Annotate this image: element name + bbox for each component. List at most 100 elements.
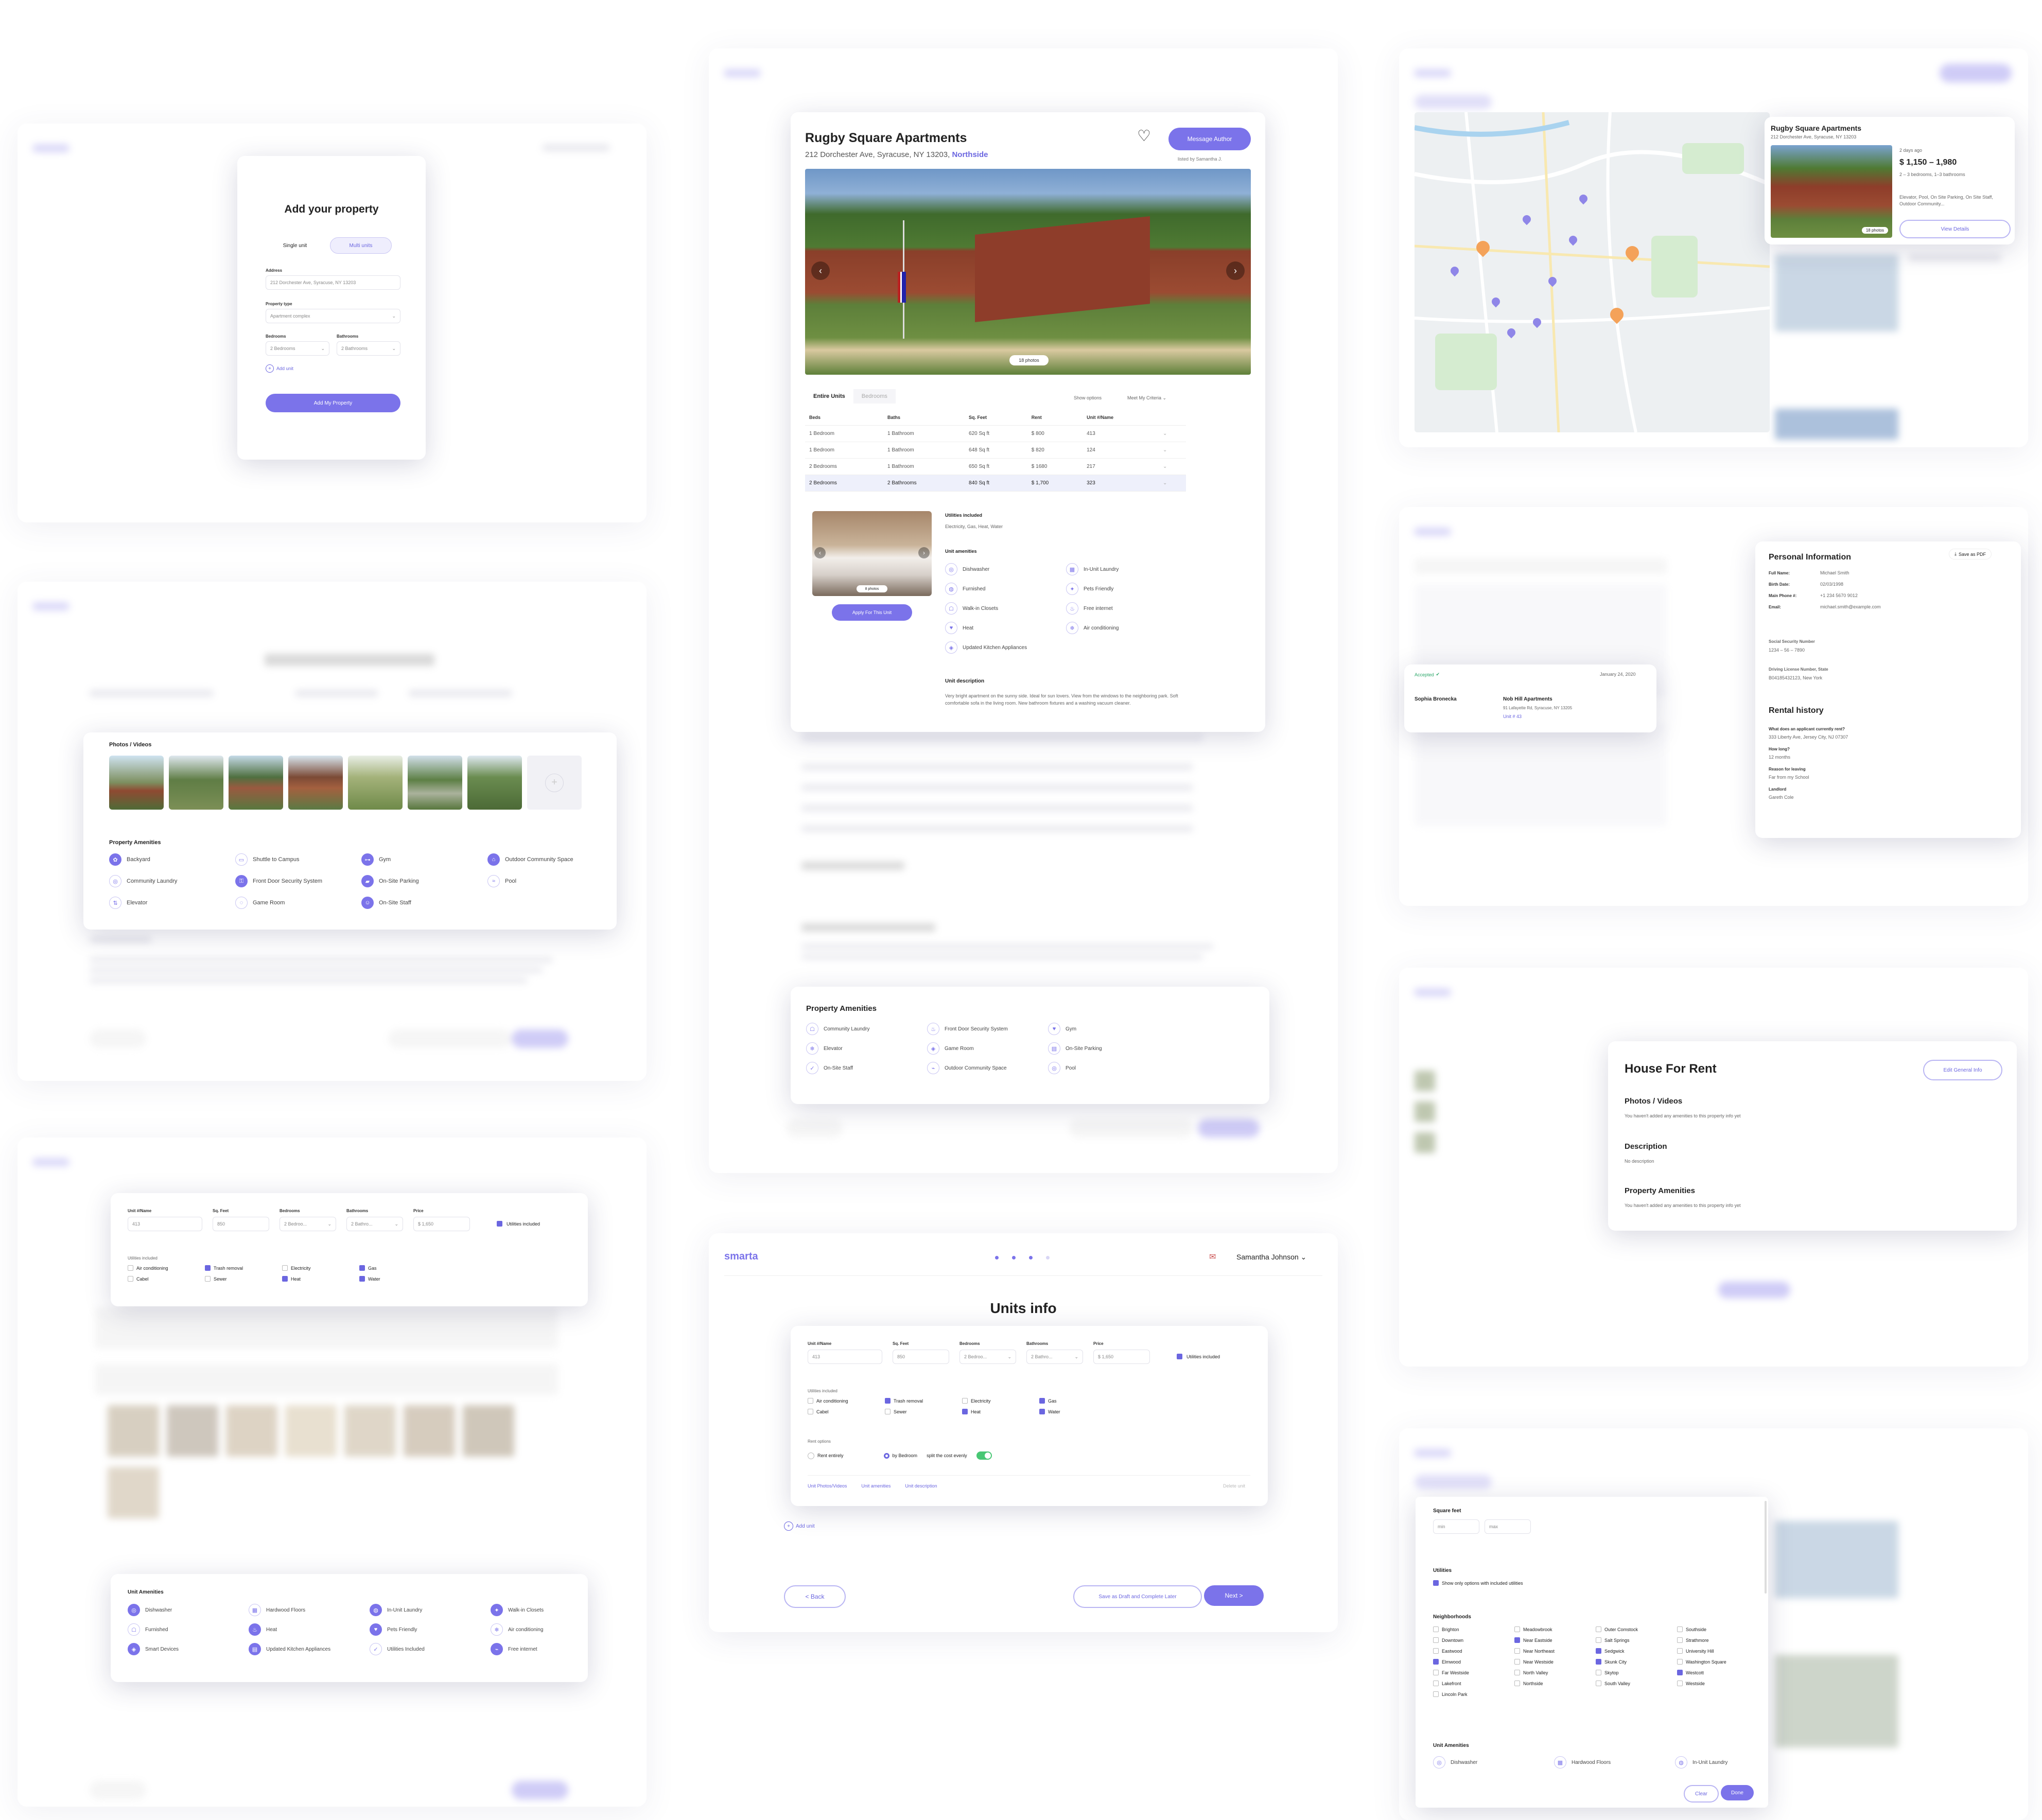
notification-icon[interactable]: ✉: [1209, 1252, 1216, 1262]
sqft-field[interactable]: 850: [213, 1217, 269, 1231]
utility-checkbox[interactable]: Cabel: [128, 1276, 205, 1282]
application-card[interactable]: Accepted ✔ January 24, 2020 Sophia Bronec…: [1404, 664, 1656, 732]
edit-general-info-button[interactable]: Edit General Info: [1923, 1060, 2002, 1080]
chevron-down-icon[interactable]: ⌄: [1158, 458, 1186, 475]
utility-checkbox[interactable]: Water: [1039, 1409, 1116, 1414]
neighborhood-checkbox[interactable]: South Valley: [1596, 1681, 1677, 1686]
neighborhood-checkbox[interactable]: Elmwood: [1433, 1659, 1514, 1665]
split-cost-toggle[interactable]: [976, 1451, 992, 1460]
unit-amenity[interactable]: ⌁ Free internet: [491, 1643, 594, 1655]
brand-logo[interactable]: smarta: [724, 1251, 758, 1263]
back-button[interactable]: < Back: [784, 1585, 846, 1608]
unit-amenity[interactable]: ▤ Updated Kitchen Appliances: [249, 1643, 370, 1655]
unit-amenity[interactable]: ▦ Hardwood Floors: [249, 1604, 370, 1616]
add-my-property-button[interactable]: Add My Property: [266, 394, 400, 412]
table-row[interactable]: 1 Bedroom 1 Bathroom 620 Sq ft $ 800 413 ⌄: [805, 425, 1186, 442]
rent-entirely-radio[interactable]: Rent entirely: [808, 1452, 844, 1459]
chevron-down-icon[interactable]: ⌄: [1158, 475, 1186, 492]
neighborhood-checkbox[interactable]: Westside: [1677, 1681, 1758, 1686]
utility-checkbox[interactable]: Gas: [1039, 1398, 1116, 1404]
neighborhood-checkbox[interactable]: Far Westside: [1433, 1670, 1514, 1675]
next-button[interactable]: Next >: [1204, 1585, 1264, 1606]
price-field[interactable]: $ 1,650: [413, 1217, 470, 1231]
property-photo[interactable]: [288, 756, 343, 810]
amenity-community-laundry[interactable]: ◎ Community Laundry: [109, 875, 177, 887]
bedrooms-select[interactable]: 2 Bedroo... ⌄: [959, 1350, 1016, 1364]
neighborhood-checkbox[interactable]: Near Westside: [1514, 1659, 1596, 1665]
bathrooms-select[interactable]: 2 Bathro... ⌄: [1026, 1350, 1083, 1364]
tab-single-unit[interactable]: Single unit: [264, 237, 326, 254]
property-photo[interactable]: [109, 756, 164, 810]
utility-checkbox[interactable]: Electricity: [282, 1265, 359, 1271]
add-photo-placeholder[interactable]: +: [527, 756, 582, 810]
neighborhood-checkbox[interactable]: Near Northeast: [1514, 1648, 1596, 1654]
delete-unit-link[interactable]: Delete unit: [1223, 1483, 1245, 1489]
neighborhood-checkbox[interactable]: University Hill: [1677, 1648, 1758, 1654]
neighborhood-checkbox[interactable]: Near Eastside: [1514, 1637, 1596, 1643]
sqft-max-field[interactable]: max: [1485, 1519, 1531, 1534]
utility-checkbox[interactable]: Heat: [282, 1276, 359, 1282]
done-button[interactable]: Done: [1721, 1785, 1754, 1800]
unit-photo[interactable]: ‹ › 8 photos: [812, 511, 932, 596]
add-unit-link[interactable]: + Add unit: [784, 1521, 815, 1531]
amenity-game-room[interactable]: ◌ Game Room: [235, 897, 285, 909]
map-view[interactable]: [1415, 112, 1770, 432]
unit-amenity[interactable]: ☖ Furnished: [128, 1623, 249, 1636]
utility-checkbox[interactable]: Air conditioning: [808, 1398, 885, 1404]
utility-checkbox[interactable]: Electricity: [962, 1398, 1039, 1404]
neighborhood-checkbox[interactable]: Meadowbrook: [1514, 1626, 1596, 1632]
map-card-photo[interactable]: 18 photos: [1771, 145, 1892, 238]
neighborhood-checkbox[interactable]: Westcott: [1677, 1670, 1758, 1675]
neighborhood-checkbox[interactable]: Southside: [1677, 1626, 1758, 1632]
tab-multi-units[interactable]: Multi units: [330, 237, 392, 254]
utility-checkbox[interactable]: Trash removal: [885, 1398, 962, 1404]
neighborhood-checkbox[interactable]: Brighton: [1433, 1626, 1514, 1632]
table-row[interactable]: 1 Bedroom 1 Bathroom 648 Sq ft $ 820 124 ⌄: [805, 442, 1186, 459]
amenity-parking[interactable]: ▰ On-Site Parking: [361, 875, 419, 887]
meet-criteria-dropdown[interactable]: Meet My Criteria ⌄: [1127, 395, 1166, 401]
scrollbar[interactable]: [1765, 1501, 1767, 1594]
utility-checkbox[interactable]: Heat: [962, 1409, 1039, 1414]
bathrooms-select[interactable]: 2 Bathro... ⌄: [346, 1217, 403, 1231]
sqft-field[interactable]: 850: [893, 1350, 949, 1364]
neighborhood-checkbox[interactable]: Salt Springs: [1596, 1637, 1677, 1643]
property-photo[interactable]: [169, 756, 223, 810]
neighborhood-checkbox[interactable]: Eastwood: [1433, 1648, 1514, 1654]
neighborhood-checkbox[interactable]: Skunk City: [1596, 1659, 1677, 1665]
utility-checkbox[interactable]: Cabel: [808, 1409, 885, 1414]
bedrooms-select[interactable]: 2 Bedroo... ⌄: [280, 1217, 336, 1231]
amenity-elevator[interactable]: ⇅ Elevator: [109, 897, 147, 909]
property-type-select[interactable]: Apartment complex ⌄: [266, 309, 400, 323]
neighborhood-checkbox[interactable]: Northside: [1514, 1681, 1596, 1686]
prev-photo-button[interactable]: ‹: [814, 547, 826, 558]
unit-amenity[interactable]: ✓ Utilities Included: [370, 1643, 491, 1655]
price-field[interactable]: $ 1,650: [1093, 1350, 1150, 1364]
property-photo[interactable]: [348, 756, 403, 810]
unit-name-field[interactable]: 413: [808, 1350, 882, 1364]
sqft-min-field[interactable]: min: [1433, 1519, 1479, 1534]
neighborhood-checkbox[interactable]: Lincoln Park: [1433, 1691, 1514, 1697]
amenity-gym[interactable]: ⊶ Gym: [361, 853, 391, 866]
amenity-security[interactable]: ⚿ Front Door Security System: [235, 875, 322, 887]
utility-checkbox[interactable]: Water: [359, 1276, 437, 1282]
chevron-down-icon[interactable]: ⌄: [1158, 442, 1186, 459]
amenity-pool[interactable]: ≈ Pool: [487, 875, 516, 887]
filter-amenity[interactable]: ◎ Dishwasher: [1433, 1756, 1554, 1769]
filter-amenity[interactable]: ▦ Hardwood Floors: [1554, 1756, 1675, 1769]
heart-icon[interactable]: ♡: [1137, 129, 1151, 144]
unit-amenities-link[interactable]: Unit amenities: [861, 1483, 891, 1489]
neighborhood-checkbox[interactable]: Downtown: [1433, 1637, 1514, 1643]
neighborhood-checkbox[interactable]: Skytop: [1596, 1670, 1677, 1675]
filter-amenity[interactable]: ◍ In-Unit Laundry: [1675, 1756, 1778, 1769]
utility-checkbox[interactable]: Sewer: [885, 1409, 962, 1414]
unit-amenity[interactable]: ❄ Air conditioning: [491, 1623, 594, 1636]
table-row[interactable]: 2 Bedrooms 1 Bathroom 650 Sq ft $ 1680 217 ⌄: [805, 458, 1186, 475]
utility-checkbox[interactable]: Air conditioning: [128, 1265, 205, 1271]
main-photo[interactable]: ‹ › 18 photos: [805, 169, 1251, 375]
application-unit[interactable]: Unit # 43: [1503, 714, 1522, 719]
save-pdf-button[interactable]: ⤓ Save as PDF: [1949, 549, 1992, 559]
neighborhood-checkbox[interactable]: Lakefront: [1433, 1681, 1514, 1686]
amenity-outdoor-space[interactable]: ⌂ Outdoor Community Space: [487, 853, 573, 866]
neighborhood-checkbox[interactable]: Washington Square: [1677, 1659, 1758, 1665]
bedrooms-select[interactable]: 2 Bedrooms ⌄: [266, 341, 329, 356]
